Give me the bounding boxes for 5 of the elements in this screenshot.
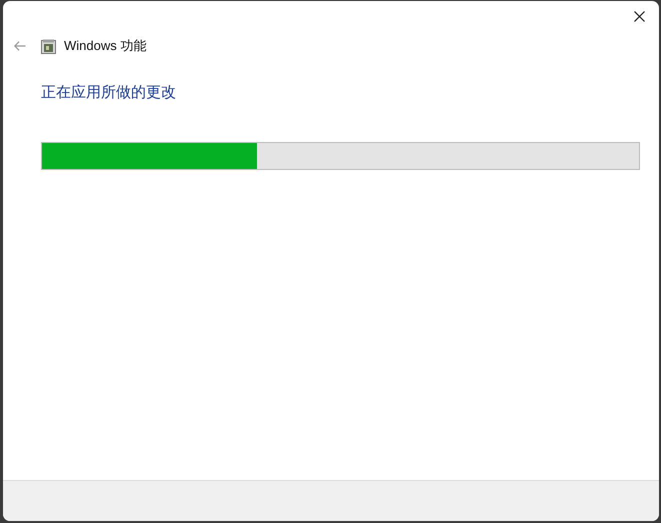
status-heading: 正在应用所做的更改 xyxy=(41,83,177,102)
back-arrow-icon xyxy=(14,41,26,51)
close-icon xyxy=(634,10,644,22)
window-features-icon xyxy=(41,38,56,54)
window-title: Windows 功能 xyxy=(64,37,146,55)
